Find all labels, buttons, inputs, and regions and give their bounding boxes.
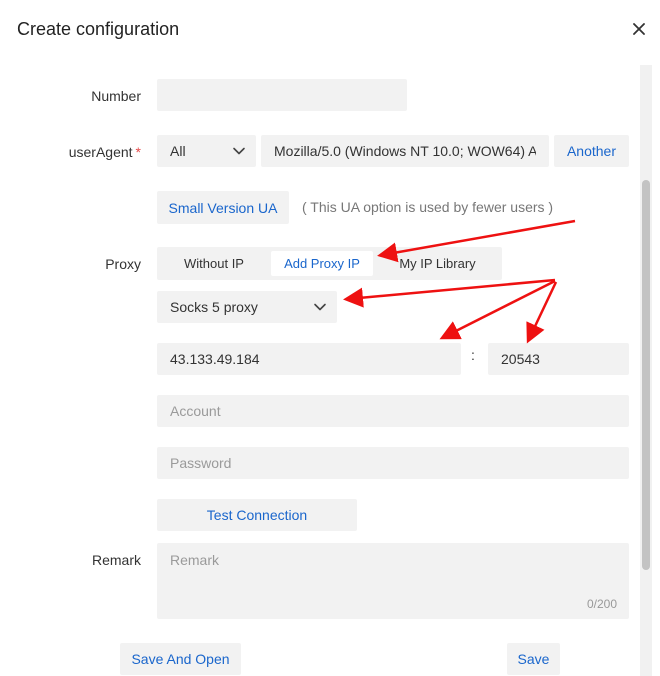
tab-my-ip-library[interactable]: My IP Library: [377, 251, 498, 276]
arrow-to-proxy-host: [439, 279, 556, 340]
password-placeholder: Password: [170, 455, 232, 471]
useragent-input[interactable]: Mozilla/5.0 (Windows NT 10.0; WOW64) App…: [261, 135, 549, 167]
scrollbar-thumb[interactable]: [642, 180, 650, 570]
remark-char-counter: 0/200: [586, 597, 617, 611]
proxy-label: Proxy: [105, 256, 141, 272]
remark-placeholder: Remark: [170, 552, 220, 568]
small-version-ua-button[interactable]: Small Version UA: [157, 191, 289, 224]
proxy-host-input[interactable]: 43.133.49.184: [157, 343, 461, 375]
proxy-port-input[interactable]: 20543: [488, 343, 629, 375]
number-input[interactable]: [157, 79, 407, 111]
proxy-account-input[interactable]: Account: [157, 395, 629, 427]
useragent-filter-select[interactable]: All: [157, 135, 256, 167]
save-button[interactable]: Save: [507, 643, 560, 675]
chevron-down-icon: [233, 147, 245, 155]
scrollbar-track[interactable]: [640, 65, 652, 676]
small-version-hint: ( This UA option is used by fewer users …: [302, 199, 554, 215]
arrow-to-proxy-port: [526, 281, 558, 344]
proxy-type-select[interactable]: Socks 5 proxy: [157, 291, 337, 323]
dialog-title: Create configuration: [17, 19, 180, 39]
remark-textarea[interactable]: Remark 0/200: [157, 543, 629, 619]
proxy-port-value: 20543: [501, 351, 540, 367]
proxy-host-value: 43.133.49.184: [170, 351, 260, 367]
useragent-label: userAgent *: [21, 144, 141, 160]
another-ua-button[interactable]: Another: [554, 135, 629, 167]
chevron-down-icon: [314, 303, 326, 311]
host-port-separator: :: [471, 347, 475, 363]
tab-without-ip[interactable]: Without IP: [161, 251, 267, 276]
proxy-password-input[interactable]: Password: [157, 447, 629, 479]
remark-label: Remark: [91, 552, 141, 568]
test-connection-button[interactable]: Test Connection: [157, 499, 357, 531]
account-placeholder: Account: [170, 403, 221, 419]
arrow-to-proxy-type: [343, 278, 556, 308]
proxy-mode-tabs: Without IP Add Proxy IP My IP Library: [157, 247, 502, 280]
required-mark: *: [135, 144, 141, 160]
close-button[interactable]: [628, 18, 650, 40]
save-and-open-button[interactable]: Save And Open: [120, 643, 241, 675]
close-icon: [633, 23, 645, 35]
useragent-label-text: userAgent: [68, 144, 133, 160]
tab-add-proxy-ip[interactable]: Add Proxy IP: [271, 251, 373, 276]
useragent-filter-value: All: [170, 143, 186, 159]
number-label: Number: [91, 88, 141, 104]
create-configuration-dialog: Create configuration Number userAgent * A…: [0, 0, 660, 676]
proxy-type-value: Socks 5 proxy: [170, 299, 258, 315]
useragent-value: Mozilla/5.0 (Windows NT 10.0; WOW64) App…: [274, 143, 536, 159]
